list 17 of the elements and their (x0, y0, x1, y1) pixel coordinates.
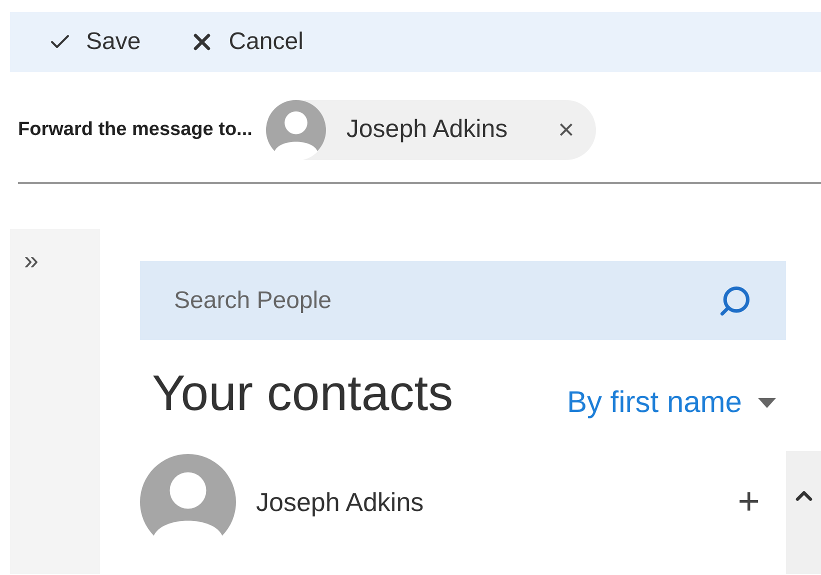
save-button[interactable]: Save (48, 24, 141, 60)
avatar-icon (266, 100, 326, 160)
search-field[interactable]: Search People (140, 261, 786, 340)
contacts-heading: Your contacts (152, 368, 454, 418)
contact-name: Joseph Adkins (256, 486, 424, 518)
caret-icon (758, 398, 776, 408)
recipient-chip[interactable]: Joseph Adkins × (266, 100, 596, 160)
forward-label: Forward the message to... (18, 118, 252, 142)
search-icon (718, 284, 752, 318)
recipient-name: Joseph Adkins (346, 114, 508, 146)
avatar-icon (140, 454, 236, 550)
remove-recipient-button[interactable]: × (558, 116, 574, 144)
search-input[interactable]: Search People (174, 282, 718, 318)
add-contact-button[interactable]: + (738, 483, 760, 521)
expand-button[interactable]: » (24, 247, 38, 273)
cancel-button[interactable]: Cancel (188, 24, 304, 60)
sort-dropdown[interactable]: By first name (566, 388, 776, 418)
